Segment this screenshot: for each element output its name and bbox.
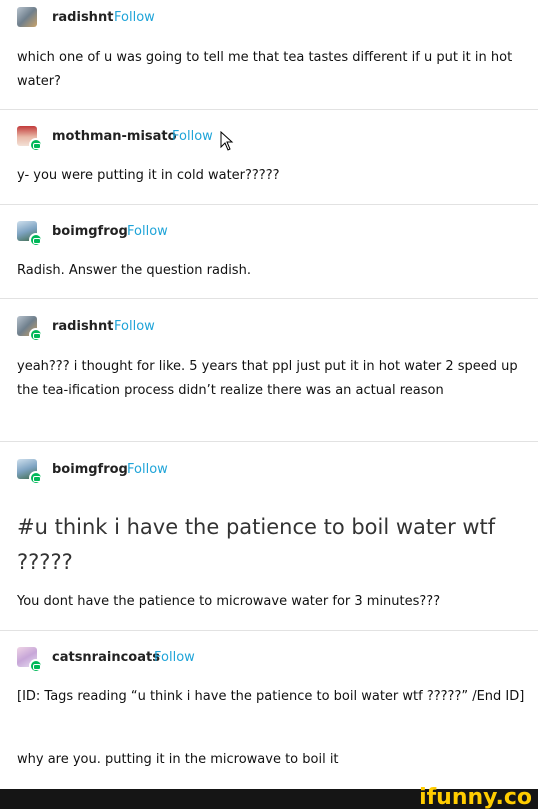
anime-avatar-icon[interactable] [17, 126, 45, 154]
divider [0, 630, 538, 631]
post-text: y- you were putting it in cold water????… [17, 168, 280, 183]
post-text-2: why are you. putting it in the microwave… [17, 752, 339, 767]
follow-button[interactable]: Follow [154, 650, 195, 665]
divider [0, 441, 538, 442]
cat-avatar-icon[interactable] [17, 647, 45, 675]
username[interactable]: catsnraincoats [52, 650, 160, 665]
follow-button[interactable]: Follow [127, 224, 168, 239]
badge-icon [29, 328, 43, 342]
post-text: which one of u was going to tell me that… [17, 50, 513, 89]
radish-avatar-icon[interactable] [17, 316, 45, 344]
follow-button[interactable]: Follow [114, 319, 155, 334]
divider [0, 109, 538, 110]
frog-avatar-icon[interactable] [17, 459, 45, 487]
radish-avatar-icon[interactable] [17, 7, 45, 35]
badge-icon [29, 659, 43, 673]
badge-icon [29, 233, 43, 247]
badge-icon [29, 138, 43, 152]
follow-button[interactable]: Follow [172, 129, 213, 144]
username[interactable]: radishnt [52, 319, 113, 334]
frog-avatar-icon[interactable] [17, 221, 45, 249]
follow-button[interactable]: Follow [114, 10, 155, 25]
username[interactable]: mothman-misato [52, 129, 177, 144]
username[interactable]: boimgfrog [52, 224, 128, 239]
post-text: [ID: Tags reading “u think i have the pa… [17, 689, 525, 704]
username[interactable]: radishnt [52, 10, 113, 25]
post-tag-text: #u think i have the patience to boil wat… [17, 515, 496, 574]
post-text: Radish. Answer the question radish. [17, 263, 251, 278]
divider [0, 298, 538, 299]
username[interactable]: boimgfrog [52, 462, 128, 477]
badge-icon [29, 471, 43, 485]
post-text: yeah??? i thought for like. 5 years that… [17, 359, 518, 398]
mouse-cursor-icon [220, 131, 234, 151]
watermark-bar: ifunny.co [0, 785, 538, 810]
follow-button[interactable]: Follow [127, 462, 168, 477]
post-text: You dont have the patience to microwave … [17, 594, 441, 609]
divider [0, 204, 538, 205]
ifunny-watermark: ifunny.co [419, 785, 532, 810]
